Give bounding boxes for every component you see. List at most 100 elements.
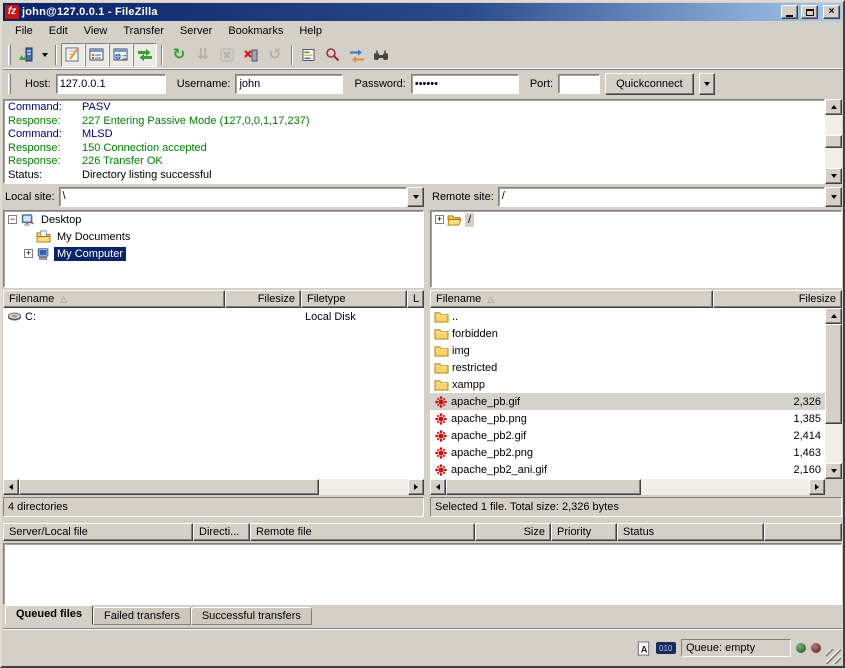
disconnect-button[interactable] — [239, 43, 263, 67]
menu-file[interactable]: File — [7, 22, 41, 40]
scroll-track[interactable] — [825, 424, 842, 463]
column-header-server-local-file[interactable]: Server/Local file — [3, 523, 193, 541]
column-header-filesize[interactable]: Filesize — [225, 290, 301, 308]
file-row-[interactable]: .. — [430, 308, 825, 325]
menu-transfer[interactable]: Transfer — [115, 22, 172, 40]
scroll-track[interactable] — [319, 479, 408, 495]
column-header-priority[interactable]: Priority — [551, 523, 617, 541]
tree-item-desktop[interactable]: −Desktop — [4, 211, 423, 228]
scroll-up-button[interactable] — [825, 308, 842, 324]
find-button[interactable] — [369, 43, 393, 67]
resize-grip[interactable] — [826, 649, 841, 664]
local-site-value[interactable]: \ — [59, 187, 407, 207]
arrow-left-icon — [9, 484, 13, 490]
maximize-button[interactable] — [801, 5, 818, 19]
column-header-label: Status — [623, 526, 654, 538]
menu-server[interactable]: Server — [172, 22, 220, 40]
local-hscrollbar[interactable] — [3, 479, 424, 495]
file-row-restricted[interactable]: restricted — [430, 359, 825, 376]
remote-site-dropdown[interactable] — [825, 187, 842, 207]
file-row-img[interactable]: img — [430, 342, 825, 359]
file-name: restricted — [452, 362, 497, 374]
reconnect-button[interactable]: ↺ — [263, 43, 287, 67]
tree-item-my-documents[interactable]: My Documents — [4, 228, 423, 245]
scroll-left-button[interactable] — [3, 479, 19, 495]
file-row-apache-pb-gif[interactable]: apache_pb.gif2,326 — [430, 393, 825, 410]
menu-help[interactable]: Help — [291, 22, 330, 40]
scroll-thumb[interactable] — [446, 479, 641, 495]
log-scrollbar[interactable] — [825, 99, 842, 184]
scroll-right-button[interactable] — [408, 479, 424, 495]
cancel-button[interactable] — [215, 43, 239, 67]
file-row-apache-pb-png[interactable]: apache_pb.png1,385 — [430, 410, 825, 427]
column-header-remote-file[interactable]: Remote file — [250, 523, 475, 541]
password-input[interactable] — [411, 74, 519, 94]
scroll-down-button[interactable] — [825, 463, 842, 479]
tree-item-[interactable]: +/ — [431, 211, 841, 228]
column-header-filename[interactable]: Filename△ — [3, 290, 225, 308]
remote-tree: +/ — [430, 210, 842, 288]
file-row-apache-pb2-gif[interactable]: apache_pb2.gif2,414 — [430, 427, 825, 444]
scroll-thumb[interactable] — [19, 479, 319, 495]
port-input[interactable] — [558, 74, 600, 94]
local-site-dropdown[interactable] — [407, 187, 424, 207]
toggle-queue-view-button[interactable] — [133, 43, 157, 67]
remote-vscrollbar[interactable] — [825, 308, 842, 479]
expand-icon[interactable]: + — [435, 215, 444, 224]
remote-site-value[interactable]: / — [498, 187, 825, 207]
compare-button[interactable] — [321, 43, 345, 67]
column-header-filesize[interactable]: Filesize — [713, 290, 842, 308]
tree-item-my-computer[interactable]: +My Computer — [4, 245, 423, 262]
collapse-icon[interactable]: − — [8, 215, 17, 224]
file-row-c[interactable]: C:Local Disk — [3, 308, 424, 325]
username-input[interactable] — [235, 74, 343, 94]
site-manager-button[interactable] — [14, 43, 38, 67]
column-header-directi[interactable]: Directi... — [193, 523, 250, 541]
column-header-label: Priority — [557, 526, 591, 538]
column-header-filetype[interactable]: Filetype — [301, 290, 407, 308]
toggle-log-view-button[interactable] — [61, 43, 85, 67]
quickconnect-button[interactable]: Quickconnect — [605, 73, 694, 95]
file-row-xampp[interactable]: xampp — [430, 376, 825, 393]
scroll-left-button[interactable] — [430, 479, 446, 495]
file-size: 2,160 — [713, 464, 825, 476]
scroll-track[interactable] — [641, 479, 809, 495]
file-row-apache-pb2-ani-gif[interactable]: apache_pb2_ani.gif2,160 — [430, 461, 825, 478]
scroll-track[interactable] — [825, 115, 842, 135]
sync-browsing-button[interactable] — [345, 43, 369, 67]
remote-site-combobox[interactable]: / — [498, 187, 842, 207]
column-header-filename[interactable]: Filename△ — [430, 290, 713, 308]
column-header-l[interactable]: L — [407, 290, 424, 308]
file-row-forbidden[interactable]: forbidden — [430, 325, 825, 342]
tab-failed-transfers[interactable]: Failed transfers — [93, 607, 191, 625]
close-button[interactable]: × — [823, 5, 840, 19]
log-line: Response:227 Entering Passive Mode (127,… — [4, 115, 824, 129]
scroll-right-button[interactable] — [809, 479, 825, 495]
menu-edit[interactable]: Edit — [41, 22, 76, 40]
expand-icon[interactable]: + — [24, 249, 33, 258]
filter-button[interactable] — [297, 43, 321, 67]
site-manager-dropdown[interactable] — [38, 43, 51, 67]
local-site-combobox[interactable]: \ — [59, 187, 424, 207]
tab-successful-transfers[interactable]: Successful transfers — [191, 607, 312, 625]
column-header-size[interactable]: Size — [475, 523, 551, 541]
scroll-up-button[interactable] — [825, 99, 842, 115]
menu-view[interactable]: View — [76, 22, 116, 40]
refresh-button[interactable]: ↻ — [167, 43, 191, 67]
scroll-down-button[interactable] — [825, 168, 842, 184]
quickconnect-dropdown[interactable] — [699, 73, 715, 95]
remote-hscrollbar[interactable] — [430, 479, 825, 495]
menu-bookmarks[interactable]: Bookmarks — [220, 22, 291, 40]
scroll-thumb[interactable] — [825, 324, 842, 424]
file-row-apache-pb2-png[interactable]: apache_pb2.png1,463 — [430, 444, 825, 461]
title-bar[interactable]: fz john@127.0.0.1 - FileZilla × — [3, 3, 842, 21]
column-header-status[interactable]: Status — [617, 523, 764, 541]
scroll-track[interactable] — [825, 148, 842, 168]
host-input[interactable] — [56, 74, 166, 94]
toggle-local-tree-button[interactable] — [85, 43, 109, 67]
scroll-thumb[interactable] — [825, 135, 842, 148]
toggle-remote-tree-button[interactable] — [109, 43, 133, 67]
process-queue-button[interactable]: ⇊ — [191, 43, 215, 67]
tab-queued-files[interactable]: Queued files — [5, 605, 93, 625]
minimize-button[interactable] — [781, 5, 798, 19]
